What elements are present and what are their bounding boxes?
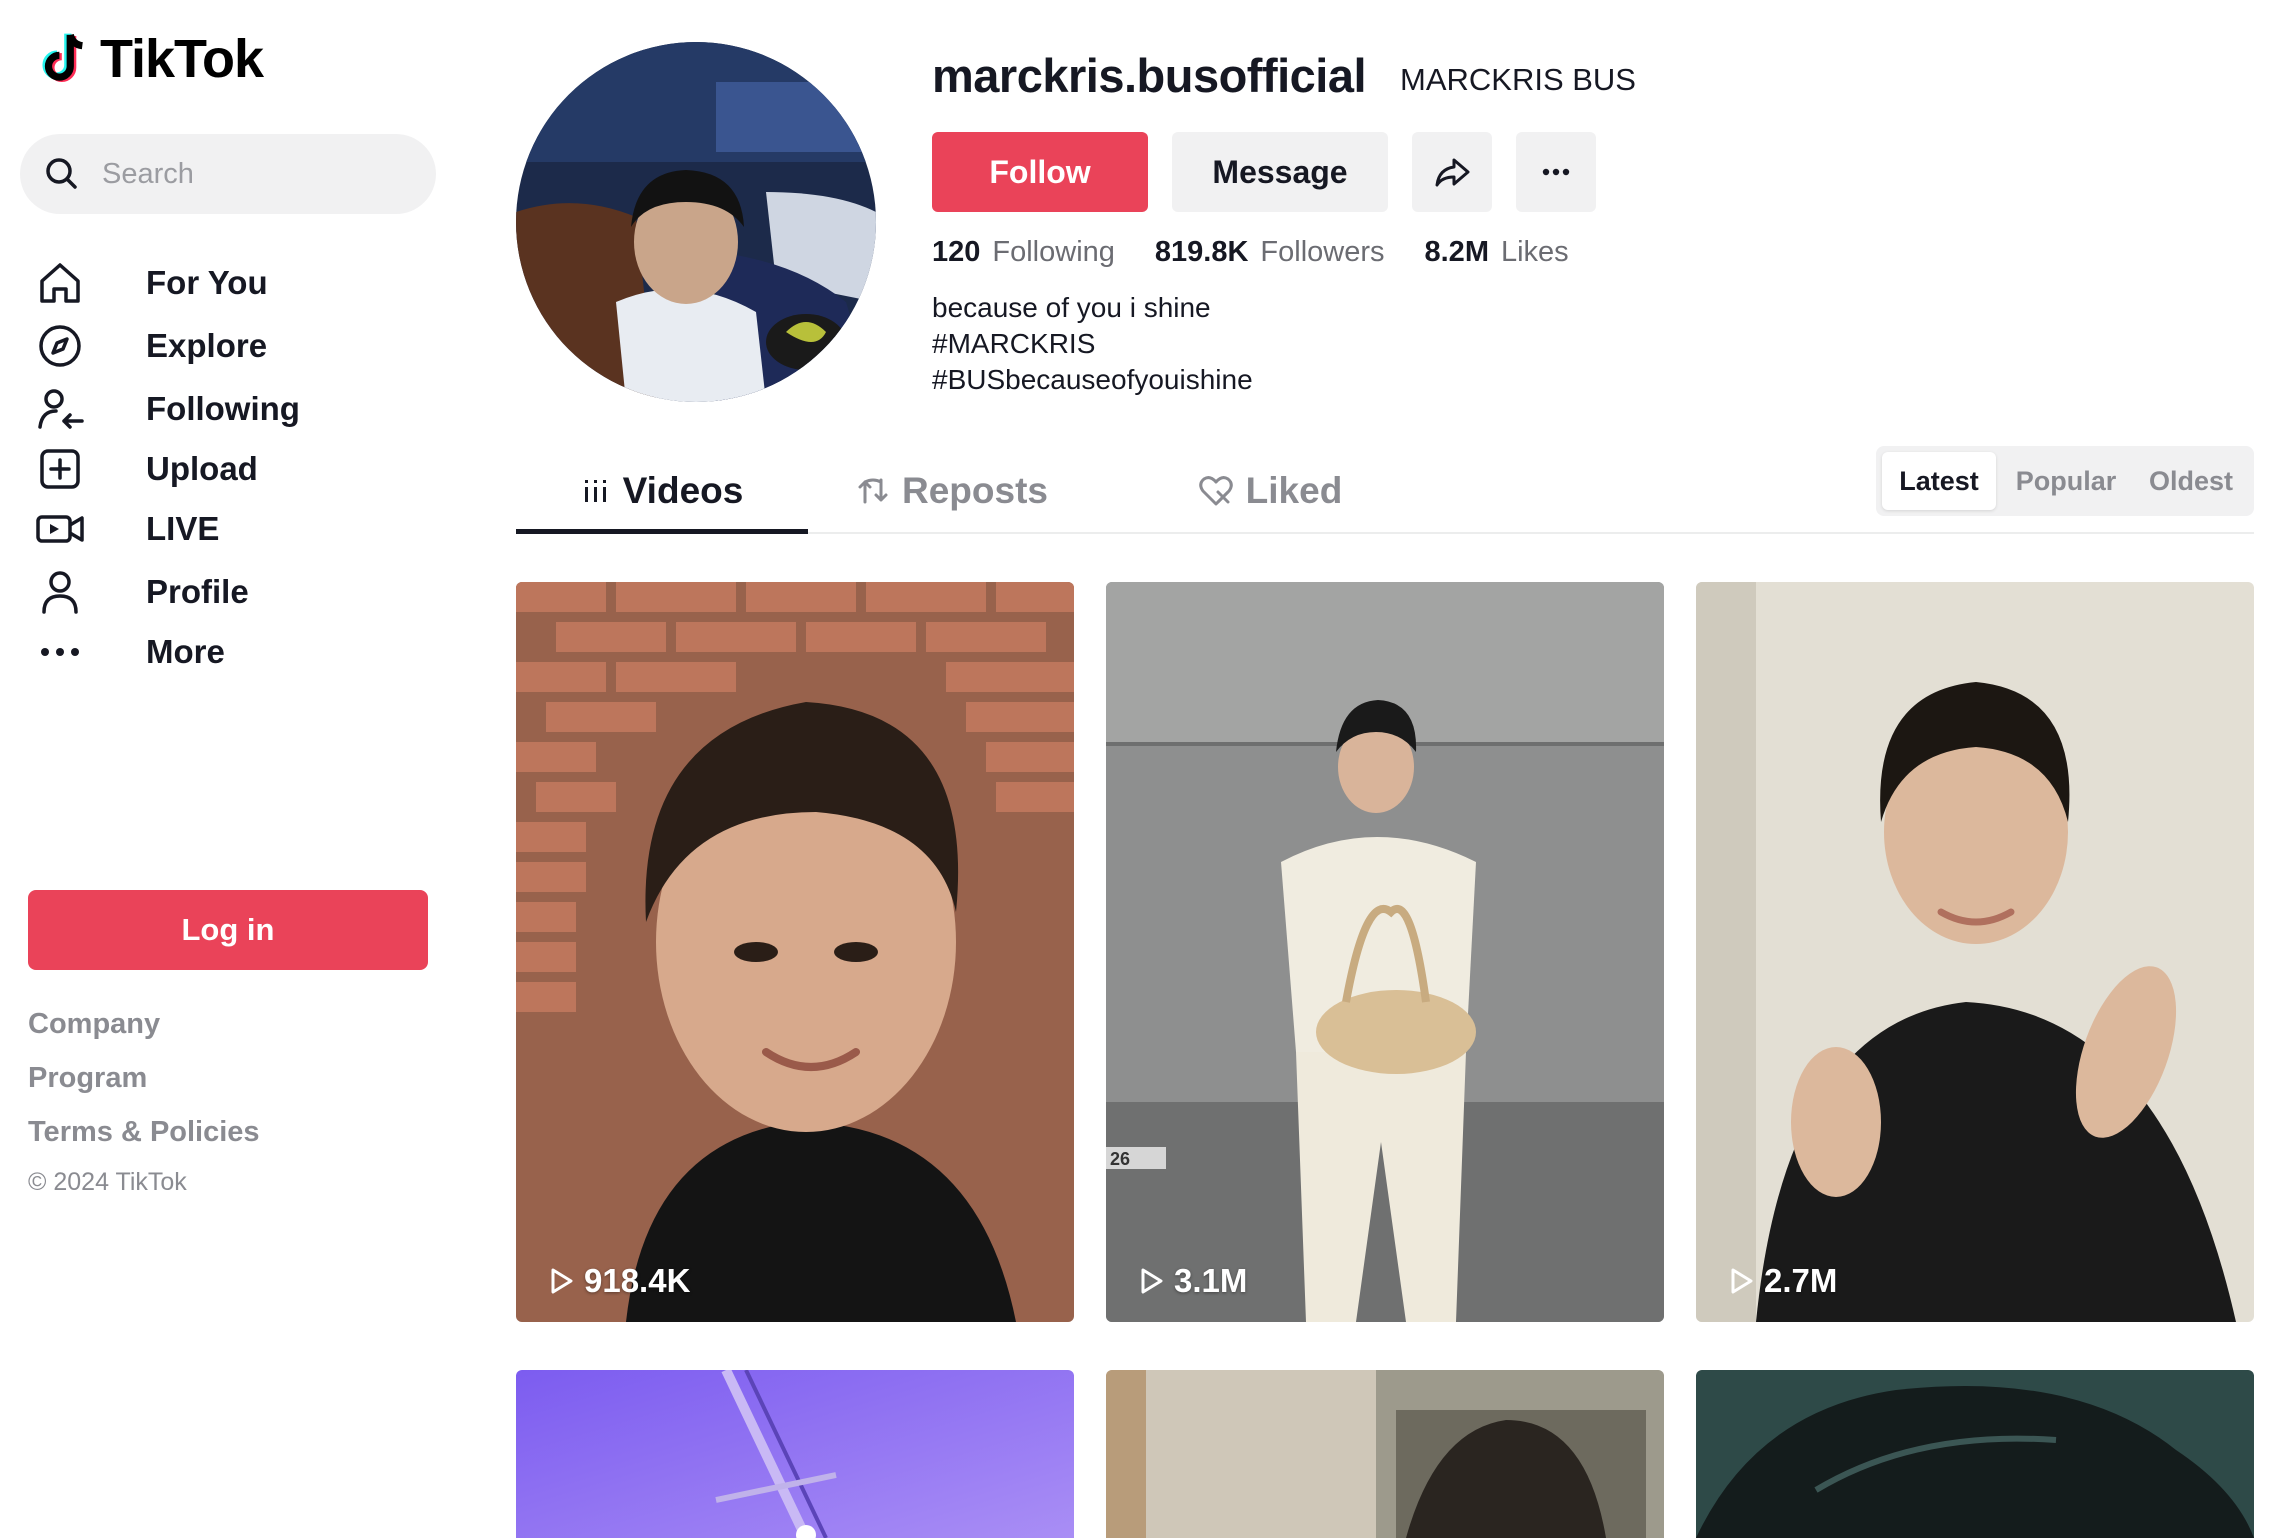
- video-thumbnail: [1696, 582, 2254, 1322]
- home-icon: [30, 253, 90, 313]
- tab-videos[interactable]: Videos: [516, 452, 808, 534]
- video-thumbnail: 26: [1106, 582, 1664, 1322]
- profile-nickname: MARCKRIS BUS: [1400, 62, 1636, 97]
- app-name: TikTok: [100, 29, 264, 89]
- more-dots-icon: [30, 622, 90, 682]
- video-card[interactable]: [1696, 1370, 2254, 1538]
- repost-icon: [856, 474, 890, 508]
- footer-link-terms[interactable]: Terms & Policies: [28, 1116, 260, 1149]
- avatar[interactable]: [516, 42, 876, 402]
- sidebar-item-label: Following: [146, 390, 300, 427]
- sidebar-item-label: Profile: [146, 573, 249, 610]
- sidebar-item-label: Explore: [146, 327, 268, 364]
- video-card[interactable]: [516, 1370, 1074, 1538]
- more-options-button[interactable]: [1516, 132, 1596, 212]
- stat-label: Likes: [1500, 236, 1569, 268]
- play-icon: [1731, 1268, 1753, 1294]
- stat-followers[interactable]: 819.8K Followers: [1155, 236, 1385, 269]
- copyright: © 2024 TikTok: [28, 1168, 187, 1196]
- sort-toggle: Latest Popular Oldest: [1876, 446, 2254, 516]
- view-count-value: 918.4K: [584, 1262, 691, 1299]
- video-thumbnail: [516, 1370, 1074, 1538]
- stat-value: 819.8K: [1154, 236, 1249, 268]
- video-thumbnail: [516, 582, 1074, 1322]
- sort-popular[interactable]: Popular: [2006, 452, 2126, 510]
- following-users-icon: [30, 379, 90, 439]
- stat-label: Followers: [1260, 236, 1385, 268]
- bio-hashtag[interactable]: #BUSbecauseofyouishine: [932, 362, 1253, 398]
- liked-heart-icon: [1198, 474, 1234, 508]
- sidebar-item-more[interactable]: More: [30, 617, 430, 687]
- view-count-value: 3.1M: [1174, 1262, 1248, 1299]
- video-card[interactable]: [1106, 1370, 1664, 1538]
- share-arrow-icon: [1435, 158, 1470, 187]
- sort-oldest[interactable]: Oldest: [2134, 452, 2248, 510]
- search-input[interactable]: Search: [20, 134, 436, 214]
- play-icon: [1141, 1268, 1163, 1294]
- sidebar-item-live[interactable]: LIVE: [30, 494, 430, 564]
- sidebar-item-label: LIVE: [146, 510, 220, 547]
- view-count: 2.7M: [1726, 1262, 1837, 1300]
- more-dots-icon: [1542, 168, 1570, 176]
- search-icon: [46, 158, 77, 189]
- stat-label: Following: [992, 236, 1115, 268]
- compass-icon: [30, 316, 90, 376]
- profile-username: marckris.busofficial: [932, 49, 1367, 102]
- sidebar: TikTok Search For You Explore Following: [0, 0, 470, 1538]
- tiktok-logo[interactable]: TikTok: [34, 28, 264, 90]
- view-count: 3.1M: [1136, 1262, 1247, 1300]
- svg-text:26: 26: [1110, 1149, 1130, 1169]
- tiktok-note-icon: [42, 33, 83, 82]
- video-thumbnail: [1106, 1370, 1664, 1538]
- sort-latest[interactable]: Latest: [1882, 452, 1996, 510]
- video-card[interactable]: 918.4K: [516, 582, 1074, 1322]
- tab-label: Reposts: [902, 470, 1048, 511]
- view-count-value: 2.7M: [1764, 1262, 1838, 1299]
- stat-value: 120: [932, 236, 981, 268]
- message-button[interactable]: Message: [1172, 132, 1388, 212]
- grid-icon: [581, 476, 611, 506]
- search-placeholder: Search: [102, 157, 194, 190]
- video-card[interactable]: 2.7M: [1696, 582, 2254, 1322]
- view-count: 918.4K: [546, 1262, 690, 1300]
- video-thumbnail: [1696, 1370, 2254, 1538]
- tab-label: Liked: [1245, 470, 1343, 511]
- stat-value: 8.2M: [1424, 236, 1489, 268]
- tab-liked[interactable]: Liked: [1170, 452, 1370, 530]
- sidebar-item-label: More: [146, 633, 225, 670]
- video-card[interactable]: 26 3.1M: [1106, 582, 1664, 1322]
- follow-button[interactable]: Follow: [932, 132, 1148, 212]
- plus-square-icon: [30, 439, 90, 499]
- stat-likes: 8.2M Likes: [1425, 236, 1569, 269]
- bio-line: because of you i shine: [932, 292, 1211, 323]
- tab-label: Videos: [622, 470, 744, 511]
- sidebar-item-label: Upload: [146, 450, 258, 487]
- stat-following[interactable]: 120 Following: [932, 236, 1115, 269]
- profile-stats: 120 Following 819.8K Followers 8.2M Like…: [932, 236, 1609, 269]
- live-camera-icon: [30, 499, 90, 559]
- sidebar-item-explore[interactable]: Explore: [30, 311, 430, 381]
- tab-reposts[interactable]: Reposts: [842, 452, 1062, 530]
- footer-link-program[interactable]: Program: [28, 1062, 147, 1095]
- login-button[interactable]: Log in: [28, 890, 428, 970]
- sidebar-item-label: For You: [146, 264, 268, 301]
- person-icon: [30, 562, 90, 622]
- footer-link-company[interactable]: Company: [28, 1008, 160, 1041]
- profile-bio: because of you i shine #MARCKRIS #BUSbec…: [932, 290, 1253, 398]
- share-button[interactable]: [1412, 132, 1492, 212]
- sidebar-item-for-you[interactable]: For You: [30, 248, 430, 318]
- bio-hashtag[interactable]: #MARCKRIS: [932, 326, 1253, 362]
- play-icon: [551, 1268, 573, 1294]
